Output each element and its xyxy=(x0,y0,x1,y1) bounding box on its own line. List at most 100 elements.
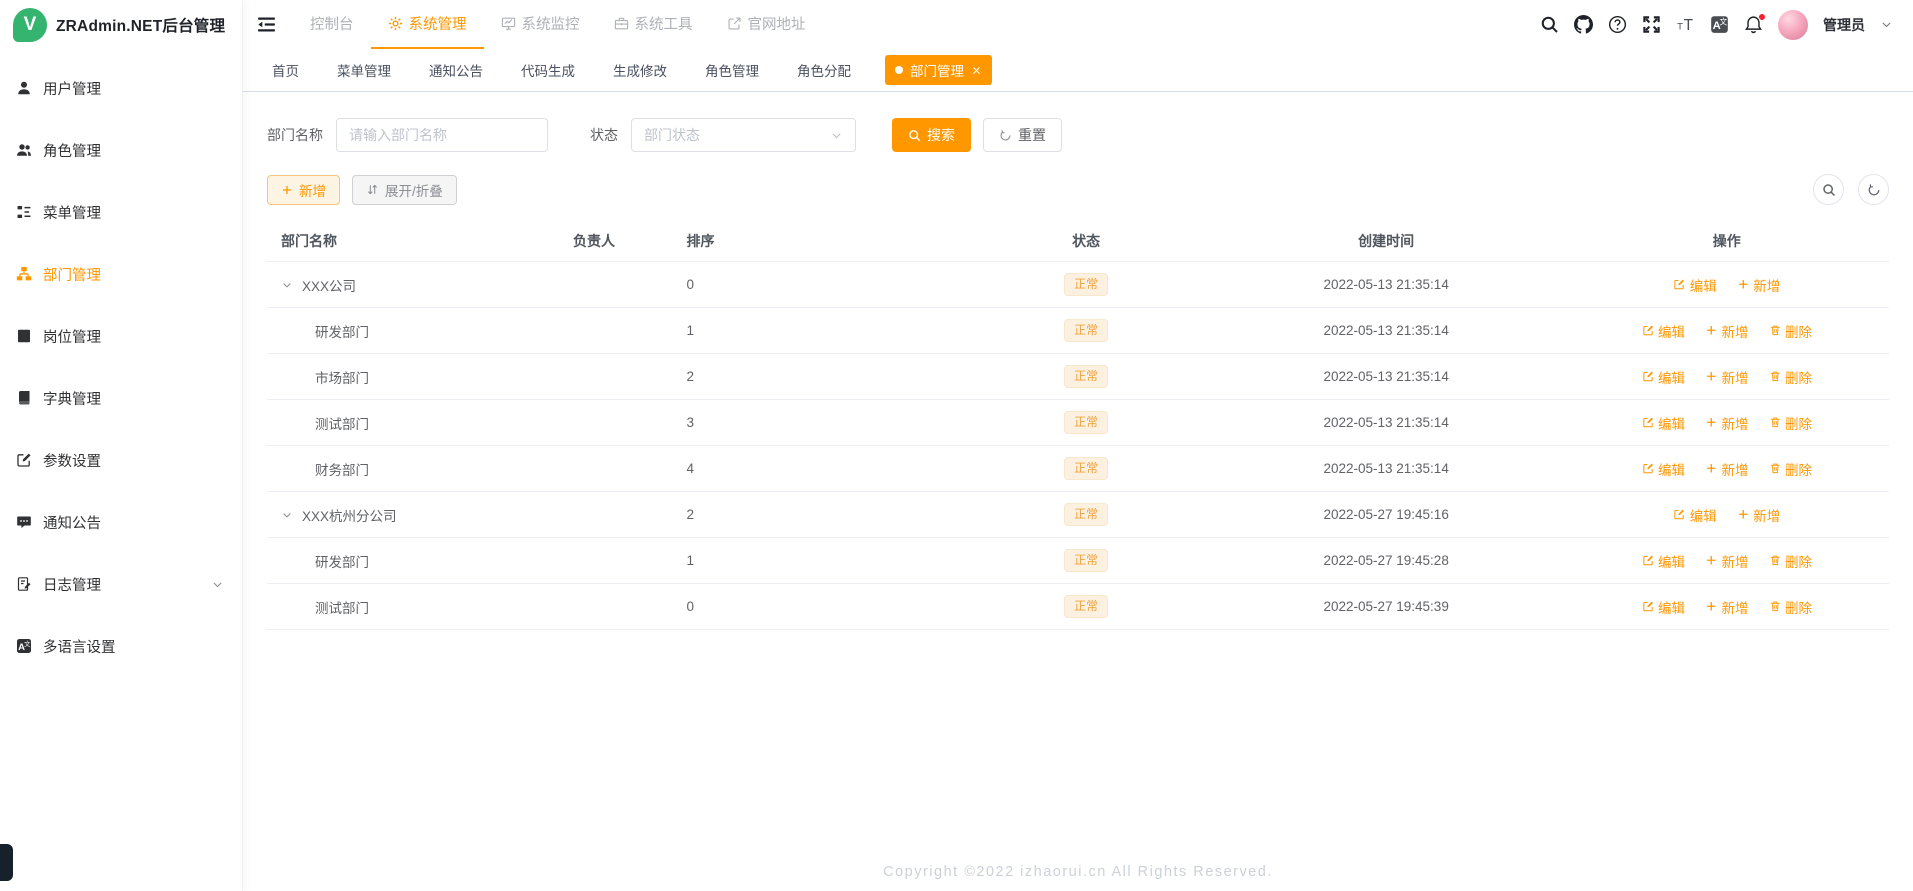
add-link[interactable]: 新增 xyxy=(1705,321,1749,341)
delete-link[interactable]: 删除 xyxy=(1769,413,1812,433)
delete-link[interactable]: 删除 xyxy=(1769,321,1812,341)
dept-order: 2 xyxy=(686,507,694,522)
nav-item[interactable]: 控制台 xyxy=(293,0,371,49)
svg-text:T: T xyxy=(1684,17,1694,34)
user-name[interactable]: 管理员 xyxy=(1823,15,1865,35)
nav-item[interactable]: 系统工具 xyxy=(597,0,710,49)
status-badge: 正常 xyxy=(1064,319,1109,342)
edit-link[interactable]: 编辑 xyxy=(1673,505,1717,525)
notification-bell-icon[interactable] xyxy=(1744,13,1766,34)
sidebar-item[interactable]: 角色管理 xyxy=(0,119,242,181)
show-search-button[interactable] xyxy=(1813,174,1844,205)
menu-tree-icon xyxy=(16,204,32,220)
search-button[interactable]: 搜索 xyxy=(892,118,971,152)
sidebar-item[interactable]: 字典管理 xyxy=(0,367,242,429)
table-row: XXX杭州分公司 2 正常 2022-05-27 19:45:16 编辑 新增 xyxy=(267,492,1889,538)
add-link[interactable]: 新增 xyxy=(1705,413,1749,433)
page-tab[interactable]: 生成修改 xyxy=(609,55,671,85)
delete-link[interactable]: 删除 xyxy=(1769,459,1812,479)
nav-item-label: 系统监控 xyxy=(521,17,580,33)
plus-icon xyxy=(1705,324,1718,337)
page-tab[interactable]: 代码生成 xyxy=(517,55,579,85)
expand-collapse-button[interactable]: 展开/折叠 xyxy=(352,174,457,205)
sidebar-item[interactable]: A文 多语言设置 xyxy=(0,615,242,677)
dept-name-input[interactable] xyxy=(336,118,548,152)
delete-link[interactable]: 删除 xyxy=(1769,597,1812,617)
collapse-sidebar-icon[interactable] xyxy=(256,14,277,35)
delete-trash-icon xyxy=(1769,554,1782,567)
page-tab[interactable]: 通知公告 xyxy=(425,55,487,85)
edit-link[interactable]: 编辑 xyxy=(1642,367,1685,387)
font-size-icon[interactable]: TT xyxy=(1676,15,1695,34)
chevron-down-icon[interactable] xyxy=(1880,18,1893,31)
delete-link[interactable]: 删除 xyxy=(1769,367,1812,387)
add-link[interactable]: 新增 xyxy=(1705,551,1749,571)
edit-link[interactable]: 编辑 xyxy=(1642,597,1685,617)
refresh-button[interactable] xyxy=(1858,174,1889,205)
delete-trash-icon xyxy=(1769,370,1782,383)
add-link[interactable]: 新增 xyxy=(1705,597,1749,617)
sidebar-item[interactable]: 日志管理 xyxy=(0,553,242,615)
sidebar-item[interactable]: 通知公告 xyxy=(0,491,242,553)
status-select[interactable]: 部门状态 xyxy=(631,118,856,152)
edit-link[interactable]: 编辑 xyxy=(1673,275,1717,295)
sidebar-item[interactable]: 菜单管理 xyxy=(0,181,242,243)
github-icon[interactable] xyxy=(1574,15,1593,34)
page-tab[interactable]: 部门管理 xyxy=(885,55,992,85)
plus-icon xyxy=(1705,600,1718,613)
table-row: 研发部门 1 正常 2022-05-27 19:45:28 编辑 新增 删除 xyxy=(267,538,1889,584)
sidebar-item[interactable]: 部门管理 xyxy=(0,243,242,305)
table-row: 研发部门 1 正常 2022-05-13 21:35:14 编辑 新增 删除 xyxy=(267,308,1889,354)
add-link[interactable]: 新增 xyxy=(1737,275,1780,295)
dept-name: 研发部门 xyxy=(315,554,369,570)
page-tab[interactable]: 角色管理 xyxy=(701,55,763,85)
add-link[interactable]: 新增 xyxy=(1737,505,1780,525)
nav-item[interactable]: 官网地址 xyxy=(710,0,823,49)
add-link[interactable]: 新增 xyxy=(1705,367,1749,387)
add-link[interactable]: 新增 xyxy=(1705,459,1749,479)
fullscreen-icon[interactable] xyxy=(1642,15,1661,34)
help-icon[interactable] xyxy=(1608,15,1627,34)
nav-item[interactable]: 系统管理 xyxy=(370,0,484,49)
delete-trash-icon xyxy=(1769,462,1782,475)
add-button[interactable]: 新增 xyxy=(267,174,340,205)
edit-link[interactable]: 编辑 xyxy=(1642,413,1685,433)
edit-link[interactable]: 编辑 xyxy=(1642,551,1685,571)
user-avatar[interactable] xyxy=(1778,9,1808,40)
edit-link[interactable]: 编辑 xyxy=(1642,321,1685,341)
badge-icon xyxy=(16,328,32,344)
close-icon[interactable] xyxy=(971,65,982,76)
expand-caret-icon[interactable] xyxy=(281,509,293,521)
nav-item[interactable]: 系统监控 xyxy=(484,0,597,49)
column-header: 创建时间 xyxy=(1358,233,1415,249)
active-tab-dot xyxy=(895,66,903,74)
tab-label: 部门管理 xyxy=(910,64,964,79)
table-row: 财务部门 4 正常 2022-05-13 21:35:14 编辑 新增 删除 xyxy=(267,446,1889,492)
tab-label: 菜单管理 xyxy=(337,64,391,79)
sidebar-item[interactable]: 参数设置 xyxy=(0,429,242,491)
table-row: XXX公司 0 正常 2022-05-13 21:35:14 编辑 新增 xyxy=(267,262,1889,308)
created-time: 2022-05-13 21:35:14 xyxy=(1323,323,1449,338)
plus-icon xyxy=(1705,370,1718,383)
main-content: 部门名称 状态 部门状态 搜索 重置 新增 展开/折叠 xyxy=(243,92,1913,891)
translate-icon[interactable]: A文 xyxy=(1710,15,1729,34)
edit-link[interactable]: 编辑 xyxy=(1642,459,1685,479)
search-icon[interactable] xyxy=(1540,15,1559,34)
page-tab[interactable]: 首页 xyxy=(268,55,303,85)
filter-bar: 部门名称 状态 部门状态 搜索 重置 xyxy=(267,118,1889,152)
sidebar-item-label: 通知公告 xyxy=(43,515,101,532)
reset-button[interactable]: 重置 xyxy=(983,118,1062,152)
created-time: 2022-05-13 21:35:14 xyxy=(1323,369,1449,384)
app-logo[interactable]: V ZRAdmin.NET后台管理 xyxy=(0,0,242,49)
sidebar-item[interactable]: 用户管理 xyxy=(0,57,242,119)
sidebar-item-label: 日志管理 xyxy=(43,577,101,594)
page-tab[interactable]: 菜单管理 xyxy=(333,55,395,85)
page-tab[interactable]: 角色分配 xyxy=(793,55,855,85)
dept-name: 测试部门 xyxy=(315,600,369,616)
expand-caret-icon[interactable] xyxy=(281,279,293,291)
column-header: 状态 xyxy=(1072,233,1101,249)
theme-drawer-handle[interactable] xyxy=(0,844,13,881)
tab-label: 生成修改 xyxy=(613,64,667,79)
delete-link[interactable]: 删除 xyxy=(1769,551,1812,571)
sidebar-item[interactable]: 岗位管理 xyxy=(0,305,242,367)
